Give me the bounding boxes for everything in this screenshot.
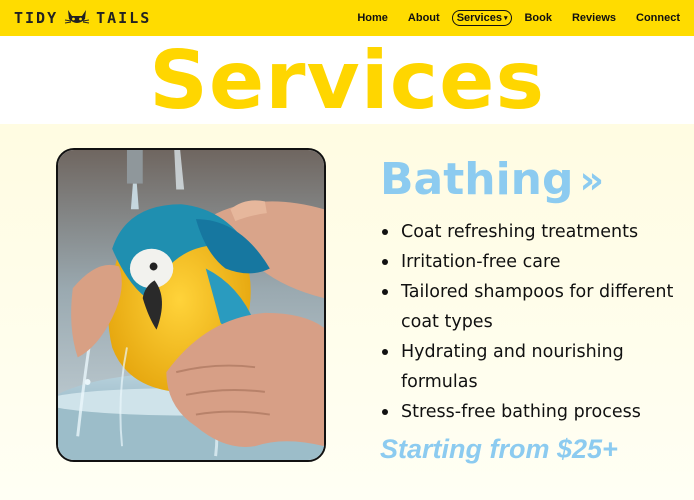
cat-face-icon (65, 10, 90, 24)
logo-text-right: TAILS (96, 9, 152, 27)
nav-reviews[interactable]: Reviews (572, 10, 616, 26)
double-chevron-right-icon: » (579, 158, 605, 202)
service-name: Bathing (380, 154, 574, 205)
service-photo (56, 148, 326, 462)
price-label: Starting from $25+ (380, 434, 618, 464)
macaw-being-bathed-photo (58, 150, 324, 460)
nav-book[interactable]: Book (524, 10, 552, 26)
chevron-down-icon: ▾ (503, 15, 508, 22)
logo-text-left: TIDY (14, 9, 59, 27)
list-item: Hydrating and nourishing formulas (380, 337, 680, 397)
list-item: Irritation-free care (380, 247, 680, 277)
nav-services-label: Services (456, 12, 502, 24)
nav-home[interactable]: Home (357, 10, 388, 26)
service-heading[interactable]: Bathing » (380, 158, 604, 202)
logo[interactable]: TIDY TAILS (14, 7, 151, 29)
list-item: Coat refreshing treatments (380, 217, 680, 247)
nav-services[interactable]: Services ▾ (451, 10, 513, 26)
nav-connect[interactable]: Connect (636, 10, 680, 26)
site-header: TIDY TAILS Home About Services ▾ Book Re… (0, 0, 694, 36)
title-band: Services (0, 36, 694, 124)
nav-about[interactable]: About (408, 10, 440, 26)
main-nav: Home About Services ▾ Book Reviews Conne… (357, 0, 680, 36)
page-title: Services (149, 34, 545, 127)
list-item: Tailored shampoos for different coat typ… (380, 277, 680, 337)
feature-list: Coat refreshing treatments Irritation-fr… (380, 217, 680, 427)
list-item: Stress-free bathing process (380, 397, 680, 427)
